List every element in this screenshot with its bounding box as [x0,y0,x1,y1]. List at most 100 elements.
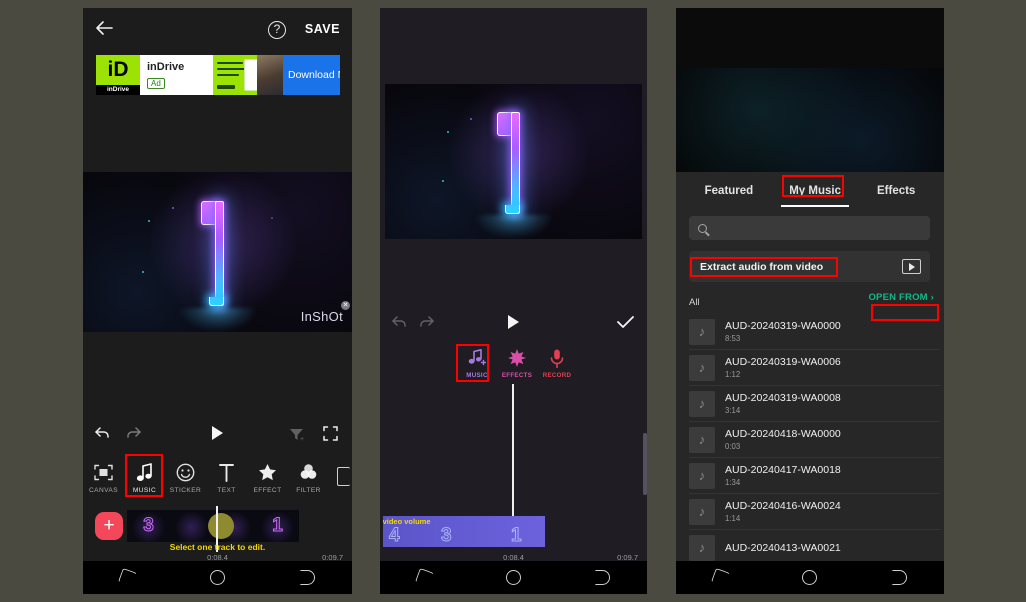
track-name: AUD-20240416-WA0024 [725,500,841,512]
redo-icon[interactable] [125,426,141,445]
video-area [676,8,944,172]
filter-row: All OPEN FROM › [689,292,936,310]
tool-record[interactable]: RECORD [537,348,577,384]
track-duration: 0:03 [725,442,741,451]
phone-screen-editor: ? SAVE iD inDrive inDrive Ad Download N.… [83,8,352,594]
play-box-icon[interactable] [902,259,921,274]
recent-apps-icon[interactable] [118,567,138,588]
music-control-row [380,308,647,342]
phone-screen-music-panel: MUSIC EFFECTS RECORD 4 3 1 t video volum… [380,8,647,594]
save-button[interactable]: SAVE [305,22,340,36]
audio-clip[interactable]: 4 3 1 t video volume [383,516,545,547]
track-duration: 3:14 [725,406,741,415]
clip-thumbnail[interactable]: 3 [127,510,170,542]
home-icon[interactable] [506,570,521,585]
back-icon[interactable] [299,570,315,585]
list-item[interactable]: ♪ AUD-20240319-WA0006 1:12 [689,350,940,386]
recent-apps-icon[interactable] [711,567,731,588]
track-name: AUD-20240319-WA0006 [725,356,841,368]
export-icon[interactable]: + [289,427,304,447]
ad-artwork [213,55,283,95]
home-icon[interactable] [802,570,818,585]
extract-audio-row[interactable]: Extract audio from video [689,251,930,282]
ad-logo: iD inDrive [96,55,140,95]
music-note-icon: ♪ [689,390,715,417]
track-marker[interactable] [208,513,234,539]
android-navbar [83,561,352,594]
tool-label: STICKER [169,487,202,494]
tool-music[interactable]: MUSIC [457,348,497,384]
ad-badge: Ad [147,78,165,89]
play-icon[interactable] [507,314,520,335]
music-note-icon: ♪ [689,498,715,525]
vertical-scrollbar[interactable] [643,433,647,495]
list-item[interactable]: ♪ AUD-20240413-WA0021 [689,530,940,561]
watermark-close-icon[interactable]: ✕ [341,301,350,310]
video-preview[interactable] [385,84,642,239]
track-duration: 1:12 [725,370,741,379]
editor-toolbar: CANVAS MUSIC STICKER TEXT EFFECT FILTER [83,455,352,506]
open-from-button[interactable]: OPEN FROM › [868,292,934,303]
clip-digit: 4 [389,525,401,547]
tab-featured[interactable]: Featured [700,182,759,200]
music-note-icon: ♪ [689,354,715,381]
tab-effects[interactable]: Effects [872,182,920,200]
music-tabs: Featured My Music Effects [676,172,944,209]
neon-reflection [177,308,258,332]
all-label: All [689,297,700,308]
help-circle-icon[interactable]: ? [268,21,286,39]
tool-canvas[interactable]: CANVAS [83,460,124,494]
clip-thumbnail[interactable]: 1 [256,510,299,542]
track-duration: 8:53 [725,334,741,343]
ad-title: inDrive [147,61,185,73]
home-icon[interactable] [209,570,225,585]
music-add-icon [457,348,497,368]
canvas-icon [83,460,124,484]
music-note-icon [124,460,165,484]
track-list[interactable]: ♪ AUD-20240319-WA0000 8:53 ♪ AUD-2024031… [689,314,940,561]
list-item[interactable]: ♪ AUD-20240416-WA0024 1:14 [689,494,940,530]
sticker-smiley-icon [165,460,206,484]
track-name: AUD-20240413-WA0021 [725,541,841,554]
neon-reflection [473,215,554,239]
android-navbar [676,561,944,594]
list-item[interactable]: ♪ AUD-20240319-WA0008 3:14 [689,386,940,422]
track-duration: 1:34 [725,478,741,487]
fullscreen-icon[interactable] [323,426,338,446]
back-icon[interactable] [891,570,907,585]
search-input[interactable] [689,216,930,240]
list-item[interactable]: ♪ AUD-20240319-WA0000 8:53 [689,314,940,350]
track-name: AUD-20240319-WA0000 [725,320,841,332]
video-preview[interactable]: InShOt ✕ [83,172,352,332]
music-note-icon: ♪ [689,426,715,453]
star-icon [247,460,288,484]
list-item[interactable]: ♪ AUD-20240417-WA0018 1:34 [689,458,940,494]
tool-effect[interactable]: EFFECT [247,460,288,494]
tab-my-music[interactable]: My Music [781,182,849,207]
tool-filter[interactable]: FILTER [288,460,329,494]
ad-banner[interactable]: iD inDrive inDrive Ad Download N... [96,55,340,95]
ad-cta-button[interactable]: Download N... [283,55,340,95]
back-arrow-icon[interactable] [95,20,113,36]
add-clip-button[interactable]: + [95,512,123,540]
tool-effects[interactable]: EFFECTS [497,348,537,384]
clip-thumbnail[interactable] [170,510,213,542]
recent-apps-icon[interactable] [414,567,435,588]
list-item[interactable]: ♪ AUD-20240418-WA0000 0:03 [689,422,940,458]
tool-overflow-partial[interactable] [337,467,350,486]
editor-control-row: + [83,419,352,453]
tool-sticker[interactable]: STICKER [165,460,206,494]
tool-text[interactable]: TEXT [206,460,247,494]
filter-circles-icon [288,460,329,484]
back-icon[interactable] [595,570,610,585]
play-icon[interactable] [211,425,224,446]
undo-icon[interactable] [392,315,408,334]
tool-label: FILTER [296,487,321,494]
tool-music[interactable]: MUSIC [124,460,165,494]
clip-digit: 1 [272,515,284,537]
check-icon[interactable] [617,315,634,334]
undo-icon[interactable] [95,426,111,445]
clip-digit: 3 [441,525,453,547]
redo-icon[interactable] [418,315,434,334]
tool-label: TEXT [217,487,236,494]
